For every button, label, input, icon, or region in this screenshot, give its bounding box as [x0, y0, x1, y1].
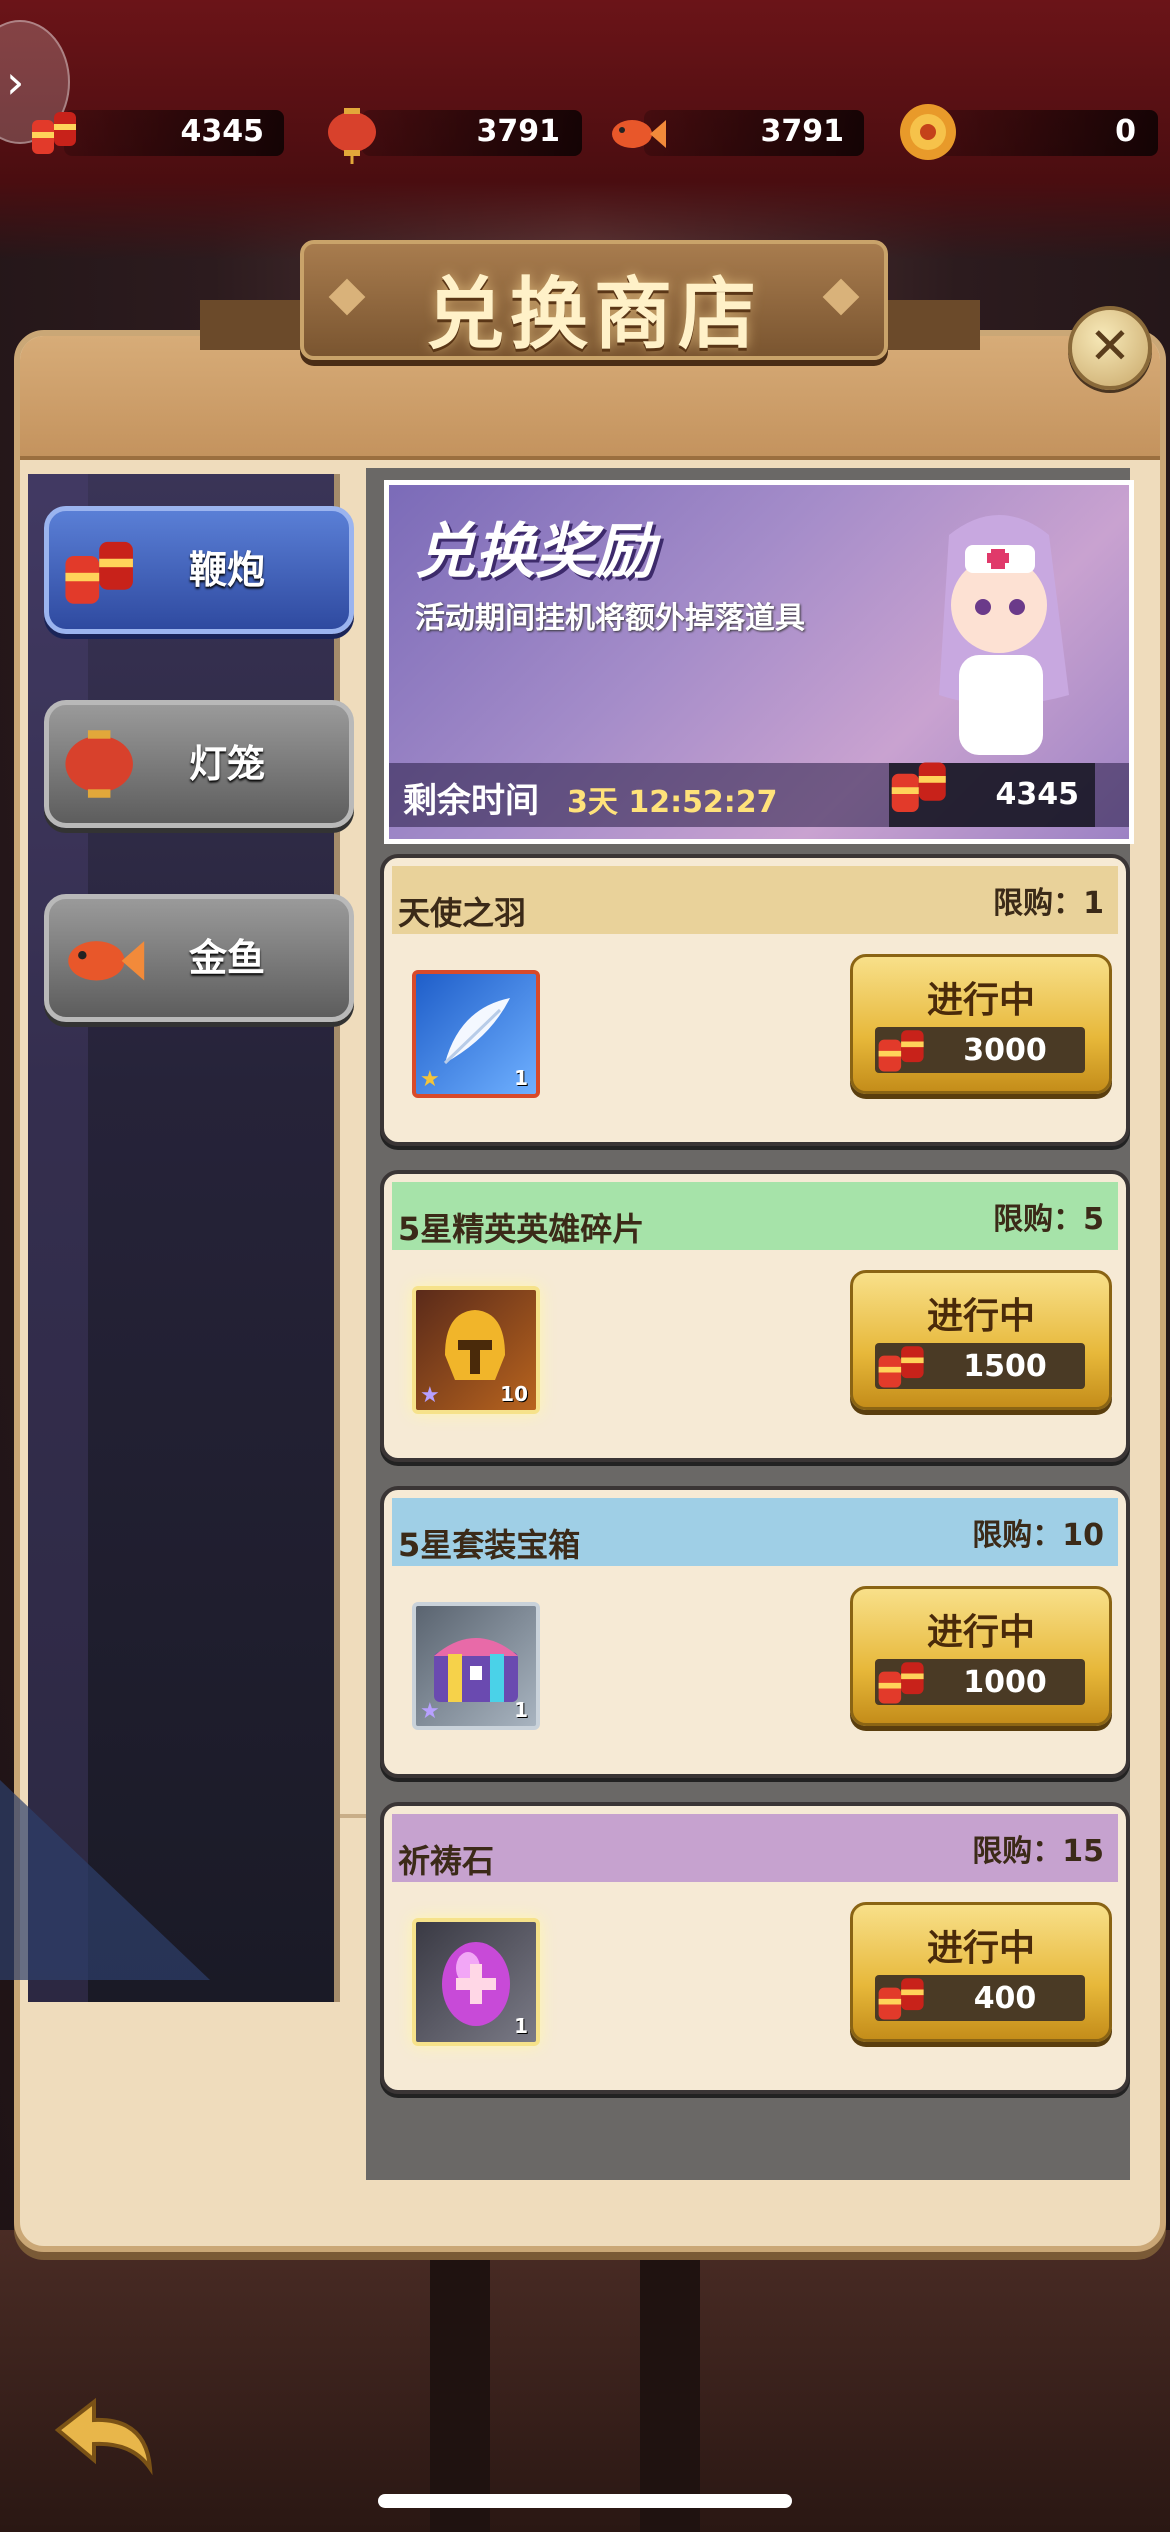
item-slot[interactable]: ★ 1: [412, 970, 540, 1098]
purchase-limit: 限购：1: [993, 886, 1104, 921]
sidebar-item-label: 鞭炮: [189, 548, 266, 592]
currency-gold-coin: 0: [896, 100, 1158, 164]
star-icon: ★: [420, 1699, 440, 1724]
price-value: 1000: [963, 1665, 1047, 1700]
card-header: 5星套装宝箱 限购：10: [392, 1498, 1118, 1566]
floor: [0, 2230, 1170, 2532]
firecracker-icon: [878, 1978, 924, 2020]
item-slot[interactable]: ★ 1: [412, 1602, 540, 1730]
card-header: 天使之羽 限购：1: [392, 866, 1118, 934]
shop-item-card: 天使之羽 限购：1 ★ 1 进行中 3000: [380, 854, 1130, 1146]
banner-currency-value: 4345: [995, 777, 1080, 812]
sidebar-item-label: 灯笼: [189, 742, 266, 786]
banner-plate: 兑换商店: [300, 240, 888, 360]
shop-item-card: 5星套装宝箱 限购：10 ★ 1 进行中 1000: [380, 1486, 1130, 1778]
exchange-button[interactable]: 进行中 400: [850, 1902, 1112, 2042]
floor-plank: [430, 2240, 490, 2532]
goldfish-icon: [68, 941, 145, 981]
banner-subtitle: 活动期间挂机将额外掉落道具: [415, 601, 805, 636]
price-bar: 1500: [875, 1343, 1085, 1389]
item-count: 10: [500, 1382, 528, 1406]
hero-helmet-icon: [445, 1310, 505, 1380]
currency-lantern: 3791: [322, 100, 582, 164]
sidebar-item-firecracker[interactable]: 鞭炮: [44, 506, 354, 634]
close-button[interactable]: ✕: [1068, 306, 1152, 390]
gold-coin-icon: [900, 104, 956, 160]
floor-plank: [640, 2240, 700, 2532]
sidebar-item-goldfish[interactable]: 金鱼: [44, 894, 354, 1022]
star-icon: ★: [420, 1383, 440, 1408]
price-bar: 3000: [875, 1027, 1085, 1073]
sidebar-decoration: [0, 1780, 210, 1980]
banner-currency: 4345: [889, 762, 1095, 827]
back-arrow-icon[interactable]: [50, 2390, 160, 2480]
exchange-button-label: 进行中: [926, 1928, 1035, 1969]
banner-title: 兑换奖励: [415, 517, 655, 587]
event-banner: 兑换奖励 活动期间挂机将额外掉落道具 剩余时间 3天 12:52:27 4345: [384, 480, 1134, 844]
price-bar: 400: [875, 1975, 1085, 2021]
treasure-chest-icon: [434, 1638, 518, 1702]
currency-firecracker: 4345: [24, 100, 284, 164]
price-bar: 1000: [875, 1659, 1085, 1705]
purchase-limit: 限购：5: [993, 1202, 1104, 1237]
firecracker-icon: [32, 112, 76, 154]
lantern-icon: [328, 108, 376, 164]
close-icon: ✕: [1089, 317, 1131, 375]
item-count: 1: [514, 1698, 528, 1722]
price-value: 400: [973, 1981, 1037, 2016]
firecracker-icon: [878, 1030, 924, 1072]
chevron-right-icon: ›: [6, 55, 25, 109]
item-name: 天使之羽: [398, 894, 527, 932]
item-name: 祈祷石: [398, 1842, 495, 1880]
star-icon: ★: [420, 1067, 440, 1092]
price-value: 1500: [963, 1349, 1047, 1384]
shop-item-card: 祈祷石 限购：15 1 进行中 400: [380, 1802, 1130, 2094]
purchase-limit: 限购：10: [972, 1518, 1104, 1553]
page-title: 兑换商店: [425, 269, 762, 360]
firecracker-icon: [878, 1662, 924, 1704]
nurse-character-illustration: [939, 515, 1069, 755]
sidebar-item-lantern[interactable]: 灯笼: [44, 700, 354, 828]
exchange-button[interactable]: 进行中 1000: [850, 1586, 1112, 1726]
currency-value: 4345: [180, 114, 265, 149]
lantern-icon: [65, 730, 133, 798]
item-name: 5星精英英雄碎片: [398, 1210, 645, 1248]
sidebar-item-label: 金鱼: [189, 936, 266, 980]
exchange-button-label: 进行中: [926, 1612, 1035, 1653]
currency-goldfish: 3791: [604, 100, 864, 164]
currency-value: 3791: [476, 114, 561, 149]
item-count: 1: [514, 1066, 528, 1090]
currency-value: 3791: [760, 114, 845, 149]
firecracker-icon: [878, 1346, 924, 1388]
price-value: 3000: [963, 1033, 1047, 1068]
countdown-label: 剩余时间: [403, 781, 539, 821]
home-indicator[interactable]: [378, 2494, 792, 2508]
item-name: 5星套装宝箱: [398, 1526, 581, 1564]
currency-value: 0: [1115, 114, 1136, 149]
title-banner: 兑换商店: [200, 240, 980, 360]
firecracker-icon: [65, 541, 133, 604]
item-slot[interactable]: ★ 10: [412, 1286, 540, 1414]
exchange-button-label: 进行中: [926, 980, 1035, 1021]
exchange-button[interactable]: 进行中 1500: [850, 1270, 1112, 1410]
shop-item-card: 5星精英英雄碎片 限购：5 ★ 10 进行中 1500: [380, 1170, 1130, 1462]
card-header: 祈祷石 限购：15: [392, 1814, 1118, 1882]
purchase-limit: 限购：15: [972, 1834, 1104, 1869]
feather-icon: [443, 998, 510, 1065]
prayer-stone-icon: [442, 1942, 510, 2026]
exchange-button-label: 进行中: [926, 1296, 1035, 1337]
card-header: 5星精英英雄碎片 限购：5: [392, 1182, 1118, 1250]
firecracker-icon: [891, 762, 946, 812]
exchange-button[interactable]: 进行中 3000: [850, 954, 1112, 1094]
countdown-value: 3天 12:52:27: [567, 785, 778, 820]
goldfish-icon: [612, 120, 666, 148]
item-count: 1: [514, 2014, 528, 2038]
item-slot[interactable]: 1: [412, 1918, 540, 2046]
